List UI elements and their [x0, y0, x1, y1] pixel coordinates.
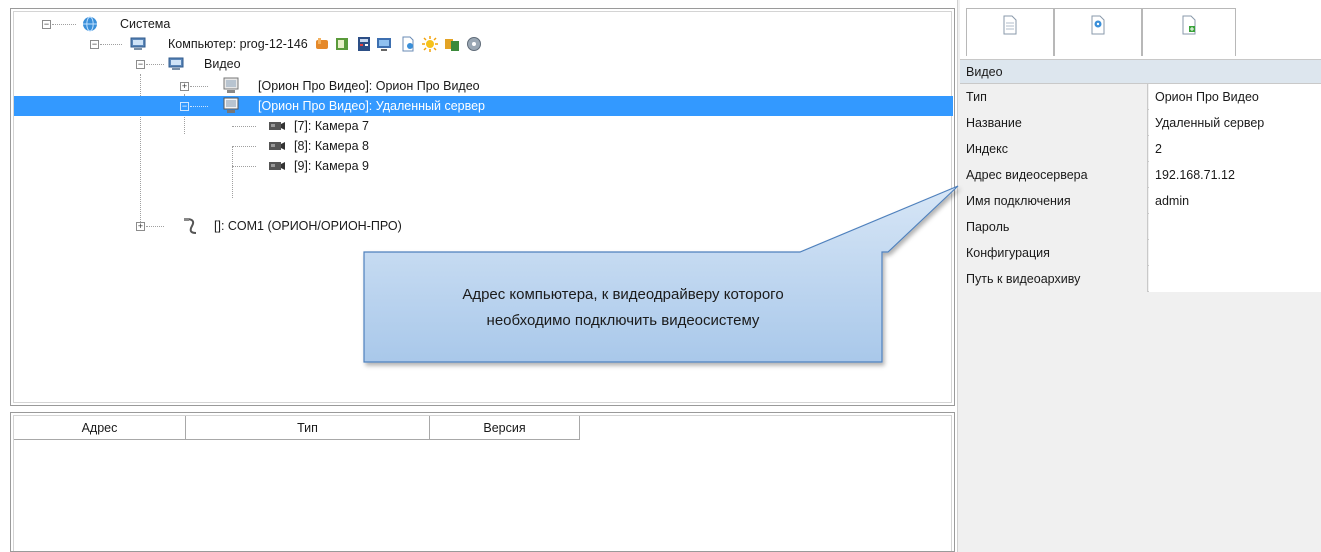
property-name: Путь к видеоархиву: [960, 266, 1148, 292]
tree-node-label: Компьютер: prog-12-146: [168, 37, 308, 51]
tree-connector: [146, 64, 164, 65]
tab-settings[interactable]: [1054, 8, 1142, 56]
tree-node-label: Видео: [204, 57, 241, 71]
column-header-address[interactable]: Адрес: [14, 416, 186, 440]
tree-node-com-port[interactable]: + []: COM1 (ОРИОН/ОРИОН-ПРО): [14, 216, 614, 236]
callout-line: Адрес компьютера, к видеодрайверу которо…: [462, 286, 784, 303]
property-row-login[interactable]: Имя подключения admin: [960, 188, 1321, 214]
property-value[interactable]: admin: [1149, 188, 1321, 214]
document-gear-icon: [1090, 15, 1106, 38]
tree-connector: [232, 146, 256, 147]
property-name: Пароль: [960, 214, 1148, 240]
computer-icon: [168, 56, 184, 78]
tree-node-label: []: COM1 (ОРИОН/ОРИОН-ПРО): [214, 219, 402, 233]
collapse-toggle[interactable]: −: [136, 60, 145, 69]
property-value[interactable]: [1149, 214, 1321, 240]
tree-node-computer[interactable]: − Компьютер: prog-12-146: [14, 34, 714, 54]
property-value[interactable]: 192.168.71.12: [1149, 162, 1321, 188]
properties-panel: Видео Тип Орион Про Видео Название Удале…: [960, 0, 1321, 552]
tree-node-video-server[interactable]: + [Орион Про Видео]: Орион Про Видео: [14, 76, 714, 96]
document-icon: [1002, 15, 1018, 38]
callout-text: Адрес компьютера, к видеодрайверу которо…: [364, 254, 882, 362]
collapse-toggle[interactable]: −: [90, 40, 99, 49]
document-add-icon: [1181, 15, 1197, 38]
tree-connector: [100, 44, 122, 45]
properties-tabbar: [960, 0, 1321, 60]
tree-node-system[interactable]: − Система: [14, 14, 614, 34]
com-port-icon: [182, 217, 198, 241]
tree-connector: [190, 86, 208, 87]
property-value[interactable]: [1149, 266, 1321, 292]
column-header-type[interactable]: Тип: [186, 416, 430, 440]
property-name: Адрес видеосервера: [960, 162, 1148, 188]
expand-toggle[interactable]: +: [180, 82, 189, 91]
property-row-index[interactable]: Индекс 2: [960, 136, 1321, 162]
property-row-name[interactable]: Название Удаленный сервер: [960, 110, 1321, 136]
tree-connector: [190, 106, 208, 107]
tree-node-remote-server[interactable]: − [Орион Про Видео]: Удаленный сервер: [14, 96, 953, 116]
tree-connector: [232, 126, 256, 127]
tree-node-video[interactable]: − Видео: [14, 54, 614, 74]
property-name: Тип: [960, 84, 1148, 110]
collapse-toggle[interactable]: −: [180, 102, 189, 111]
property-value[interactable]: Орион Про Видео: [1149, 84, 1321, 110]
property-name: Имя подключения: [960, 188, 1148, 214]
expand-toggle[interactable]: +: [136, 222, 145, 231]
devices-table[interactable]: Адрес Тип Версия: [13, 415, 952, 551]
tree-connector: [232, 166, 256, 167]
property-name: Индекс: [960, 136, 1148, 162]
tree-node-label: [Орион Про Видео]: Орион Про Видео: [258, 79, 480, 93]
property-name: Конфигурация: [960, 240, 1148, 266]
tree-node-camera[interactable]: [7]: Камера 7: [14, 116, 614, 136]
tree-node-label: [9]: Камера 9: [294, 159, 369, 173]
tree-node-label: Система: [120, 17, 171, 31]
collapse-toggle[interactable]: −: [42, 20, 51, 29]
column-header-version[interactable]: Версия: [430, 416, 580, 440]
property-value[interactable]: 2: [1149, 136, 1321, 162]
tree-node-camera[interactable]: [9]: Камера 9: [14, 156, 614, 176]
tab-add[interactable]: [1142, 8, 1236, 56]
tree-node-camera[interactable]: [8]: Камера 8: [14, 136, 614, 156]
tree-node-label: [Орион Про Видео]: Удаленный сервер: [258, 99, 486, 113]
property-row-password[interactable]: Пароль: [960, 214, 1321, 240]
property-value[interactable]: Удаленный сервер: [1149, 110, 1321, 136]
property-category[interactable]: Видео: [960, 60, 1321, 84]
property-row-archive-path[interactable]: Путь к видеоархиву: [960, 266, 1321, 292]
camera-icon: [268, 159, 286, 179]
tree-connector: [146, 226, 164, 227]
property-value[interactable]: [1149, 240, 1321, 266]
tree-connector: [52, 24, 76, 25]
tree-node-label: [8]: Камера 8: [294, 139, 369, 153]
tree-node-label: [7]: Камера 7: [294, 119, 369, 133]
property-row-server-address[interactable]: Адрес видеосервера 192.168.71.12: [960, 162, 1321, 188]
property-row-configuration[interactable]: Конфигурация: [960, 240, 1321, 266]
callout-line: необходимо подключить видеосистему: [486, 312, 760, 329]
devices-table-panel[interactable]: Адрес Тип Версия: [10, 412, 955, 552]
property-grid[interactable]: Видео Тип Орион Про Видео Название Удале…: [960, 60, 1321, 292]
tab-document[interactable]: [966, 8, 1054, 56]
property-name: Название: [960, 110, 1148, 136]
property-row-type[interactable]: Тип Орион Про Видео: [960, 84, 1321, 110]
